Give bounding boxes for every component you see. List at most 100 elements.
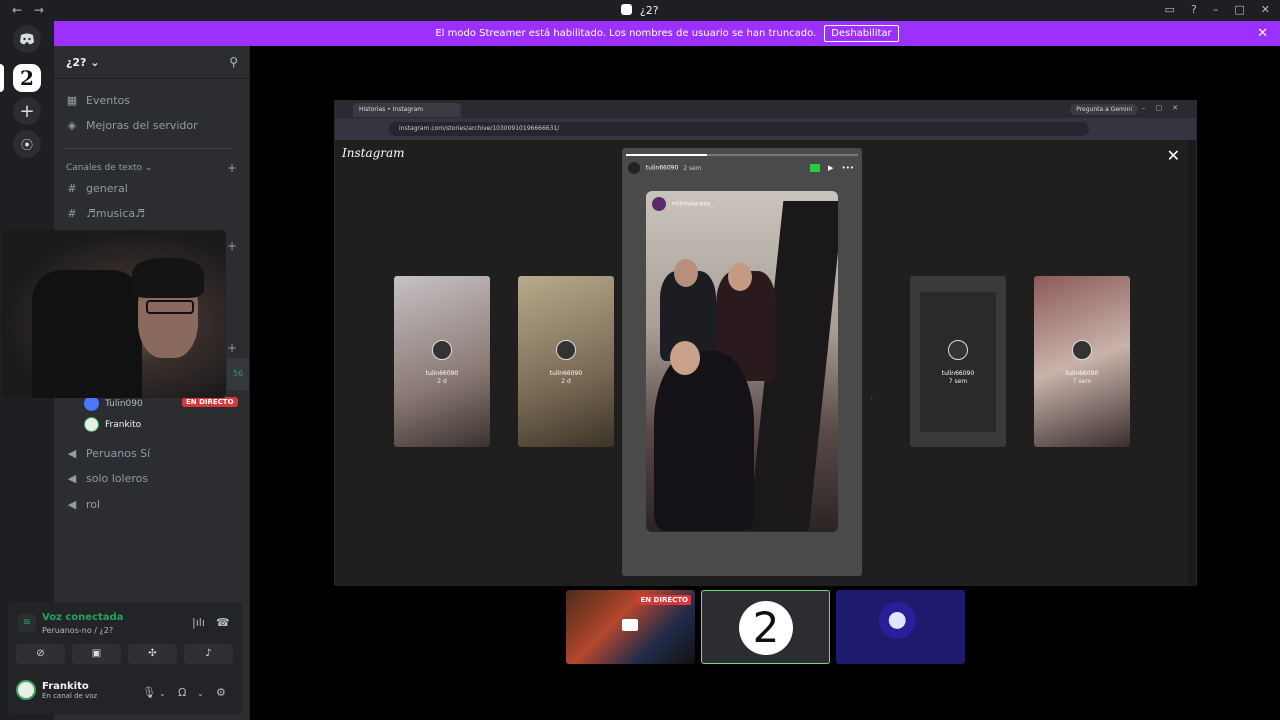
stream-viewer[interactable]: Historias • Instagram Pregunta a Gemini … xyxy=(334,100,1197,586)
add-server-icon[interactable]: + xyxy=(13,97,41,125)
webcam-overlay[interactable] xyxy=(2,230,226,398)
story-photo: milmvianaxx_ xyxy=(646,191,838,532)
avatar xyxy=(1072,340,1092,360)
speaker-icon: ◀ xyxy=(67,472,77,485)
invite-icon[interactable]: ⚲ xyxy=(229,55,238,69)
play-icon[interactable]: ▶ xyxy=(828,164,833,172)
text-category[interactable]: Canales de texto ⌄ xyxy=(66,163,152,173)
events-item[interactable]: ▦ Eventos xyxy=(66,94,130,107)
signal-icon[interactable]: ≋ xyxy=(18,614,36,632)
audio-icon[interactable] xyxy=(809,164,820,172)
add-text-channel-icon[interactable]: + xyxy=(227,161,237,175)
close-window-icon[interactable]: ✕ xyxy=(1261,3,1270,16)
disconnect-icon[interactable]: ☎ xyxy=(216,616,230,629)
gemini-button[interactable]: Pregunta a Gemini xyxy=(1070,104,1138,115)
speaker-icon: ◀ xyxy=(67,447,77,460)
voice-user-frankito[interactable]: Frankito xyxy=(84,417,141,432)
head xyxy=(674,259,698,287)
more-icon[interactable]: ••• xyxy=(842,164,854,172)
voice-user-count: 56 xyxy=(227,358,249,390)
next-story-icon[interactable]: › xyxy=(870,393,873,402)
instagram-stories: Instagram ✕ tulin66090 2 d tulin66090 2 … xyxy=(335,140,1196,586)
microphone-icon[interactable]: 🎙︎ xyxy=(142,686,156,699)
user-panel[interactable]: Frankito En canal de voz xyxy=(16,680,97,700)
person xyxy=(654,351,754,531)
voice-channel-rol[interactable]: ◀ rol xyxy=(66,498,100,511)
headphones-icon[interactable]: Ω xyxy=(178,686,186,699)
hair xyxy=(132,258,204,298)
noise-suppression-icon[interactable]: |ılı xyxy=(192,616,205,629)
minimize-icon[interactable]: – xyxy=(1213,3,1219,16)
participant-tile-panda[interactable] xyxy=(836,590,965,664)
voice-user-tulin[interactable]: Tulin090 xyxy=(84,396,143,411)
browser-window-controls[interactable]: –▢✕ xyxy=(1142,104,1188,112)
hash-icon: # xyxy=(67,207,77,220)
disable-streamer-button[interactable]: Deshabilitar xyxy=(824,25,899,42)
window-title: ¿2? xyxy=(0,4,1280,17)
voice-user-name: Frankito xyxy=(105,419,142,430)
panda-avatar xyxy=(872,598,928,654)
boosts-item[interactable]: ◈ Mejoras del servidor xyxy=(66,119,198,132)
add-channel-icon[interactable]: + xyxy=(227,239,237,253)
soundboard-button[interactable]: ♪ xyxy=(184,644,233,664)
maximize-icon[interactable]: □ xyxy=(1234,3,1244,16)
settings-gear-icon[interactable]: ⚙ xyxy=(216,686,226,699)
shared-story-header: milmvianaxx_ xyxy=(652,197,713,211)
browser-tab[interactable]: Historias • Instagram xyxy=(353,103,461,117)
camera-off-button[interactable]: ⊘ xyxy=(16,644,65,664)
channel-label: ♬musica♬ xyxy=(86,207,145,220)
active-server-pill xyxy=(0,64,4,92)
story-thumb[interactable]: tulin66090 7 sem xyxy=(910,276,1006,447)
window-controls: ▭ ? – □ ✕ xyxy=(1165,3,1270,16)
story-user[interactable]: tulin66090 xyxy=(646,165,678,172)
story-user: tulin66090 xyxy=(1065,370,1099,377)
head xyxy=(728,263,752,291)
share-screen-button[interactable]: ▣ xyxy=(72,644,121,664)
user-status: En canal de voz xyxy=(42,691,98,700)
banner-close-icon[interactable]: ✕ xyxy=(1257,26,1268,41)
activities-button[interactable]: ✣ xyxy=(128,644,177,664)
story-time: 2 d xyxy=(437,378,447,385)
avatar xyxy=(432,340,452,360)
story-user: tulin66090 xyxy=(549,370,583,377)
story-thumb[interactable]: tulin66090 2 d xyxy=(518,276,614,447)
server-2-icon[interactable]: 2 xyxy=(13,64,41,92)
scrollbar[interactable] xyxy=(1188,140,1196,586)
story-user: tulin66090 xyxy=(425,370,459,377)
mic-chevron-icon[interactable]: ⌄ xyxy=(159,689,166,698)
headphones-chevron-icon[interactable]: ⌄ xyxy=(197,689,204,698)
url-field[interactable]: instagram.com/stories/archive/1030091019… xyxy=(389,122,1089,136)
server-icon xyxy=(621,4,633,15)
explore-icon[interactable]: ⦿ xyxy=(13,130,41,158)
help-icon[interactable]: ? xyxy=(1191,3,1197,16)
calendar-icon: ▦ xyxy=(66,94,78,107)
story-thumb[interactable]: tulin66090 2 d xyxy=(394,276,490,447)
instagram-logo[interactable]: Instagram xyxy=(342,146,405,160)
inbox-icon[interactable]: ▭ xyxy=(1165,3,1175,16)
voice-channel-loleros[interactable]: ◀ solo loleros xyxy=(66,472,148,485)
participant-tile-server[interactable]: 2 xyxy=(701,590,830,664)
server-header[interactable]: ¿2? ⌄ ⚲ xyxy=(54,46,250,79)
story-thumb[interactable]: tulin66090 7 sem xyxy=(1034,276,1130,447)
participant-tile-stream[interactable]: EN DIRECTO xyxy=(566,590,695,664)
voice-channel-peruanos[interactable]: ◀ Peruanos Sí xyxy=(66,447,150,460)
avatar xyxy=(556,340,576,360)
avatar xyxy=(628,162,640,174)
story-time: 7 sem xyxy=(1072,378,1092,385)
channel-musica[interactable]: # ♬musica♬ xyxy=(66,207,145,220)
shared-user[interactable]: milmvianaxx_ xyxy=(672,201,714,208)
chair xyxy=(32,270,142,398)
discord-home-icon[interactable] xyxy=(13,25,41,53)
add-voice-channel-icon[interactable]: + xyxy=(227,341,237,355)
browser-address-bar: instagram.com/stories/archive/1030091019… xyxy=(335,118,1196,140)
voice-status[interactable]: Voz conectada xyxy=(42,612,123,623)
divider xyxy=(64,148,234,149)
main-story[interactable]: tulin66090 2 sem ▶ ••• milmvianaxx_ xyxy=(622,148,862,576)
live-badge: EN DIRECTO xyxy=(182,397,238,407)
voice-location[interactable]: Peruanos-no / ¿2? xyxy=(42,626,113,635)
channel-general[interactable]: # general xyxy=(66,182,127,195)
server-name[interactable]: ¿2? ⌄ xyxy=(66,56,99,69)
streamer-mode-banner: El modo Streamer está habilitado. Los no… xyxy=(54,21,1280,46)
window-title-text: ¿2? xyxy=(639,4,659,17)
stories-close-icon[interactable]: ✕ xyxy=(1167,146,1180,165)
